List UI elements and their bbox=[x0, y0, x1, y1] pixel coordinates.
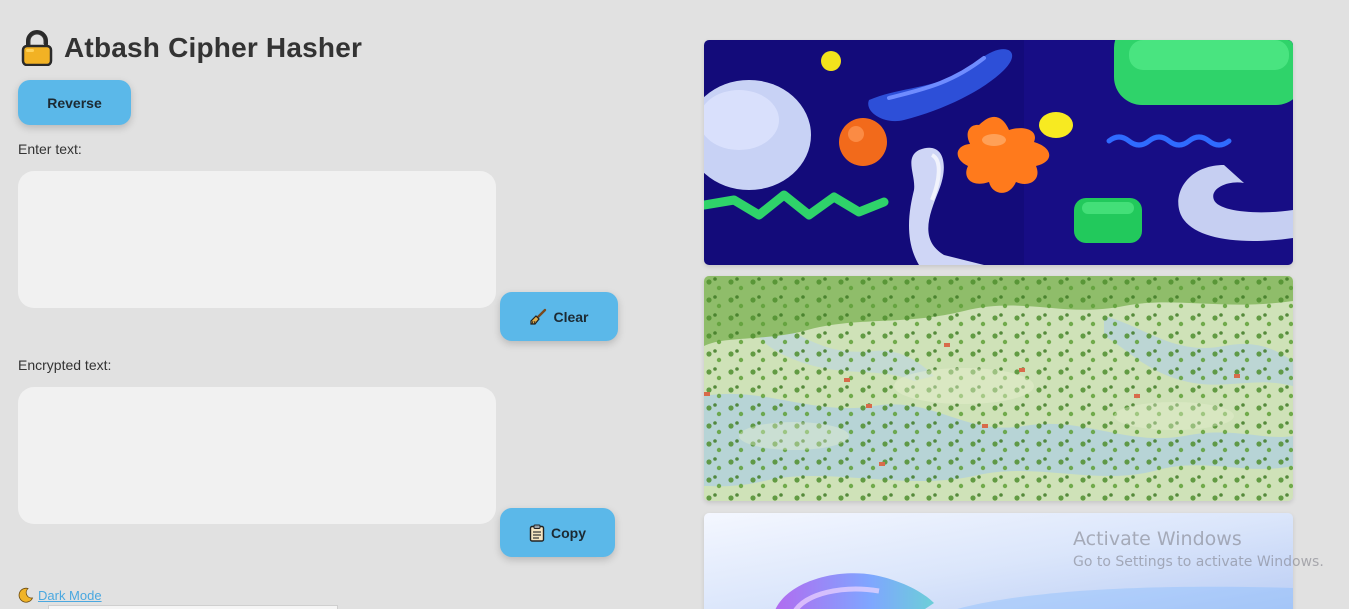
output-textarea[interactable] bbox=[18, 387, 496, 524]
reverse-button[interactable]: Reverse bbox=[18, 80, 131, 125]
clipboard-icon bbox=[529, 524, 545, 542]
abstract-3d-shapes-image bbox=[704, 40, 1293, 265]
dark-mode-toggle[interactable]: Dark Mode bbox=[18, 587, 102, 603]
enter-text-label: Enter text: bbox=[18, 141, 82, 157]
lock-icon bbox=[21, 30, 53, 66]
input-textarea[interactable] bbox=[18, 171, 496, 308]
header: Atbash Cipher Hasher bbox=[20, 30, 362, 66]
moon-icon bbox=[18, 587, 34, 603]
copy-button-label: Copy bbox=[551, 524, 586, 541]
watermark-title: Activate Windows bbox=[1073, 528, 1242, 550]
dark-mode-link[interactable]: Dark Mode bbox=[38, 588, 102, 603]
encrypted-text-label: Encrypted text: bbox=[18, 357, 112, 373]
page-title: Atbash Cipher Hasher bbox=[64, 32, 363, 63]
clear-button-label: Clear bbox=[553, 308, 589, 325]
bottom-strip bbox=[48, 605, 338, 609]
copy-button[interactable]: Copy bbox=[500, 508, 615, 557]
windows-activation-watermark: Activate Windows Go to Settings to activ… bbox=[1073, 528, 1324, 570]
watermark-subtitle: Go to Settings to activate Windows. bbox=[1073, 554, 1324, 570]
page: Atbash Cipher Hasher Reverse Enter text:… bbox=[0, 0, 1349, 609]
reverse-button-label: Reverse bbox=[47, 94, 102, 111]
clear-button[interactable]: Clear bbox=[500, 292, 618, 341]
broom-icon bbox=[530, 308, 547, 325]
landscape-hills-image bbox=[704, 276, 1293, 501]
